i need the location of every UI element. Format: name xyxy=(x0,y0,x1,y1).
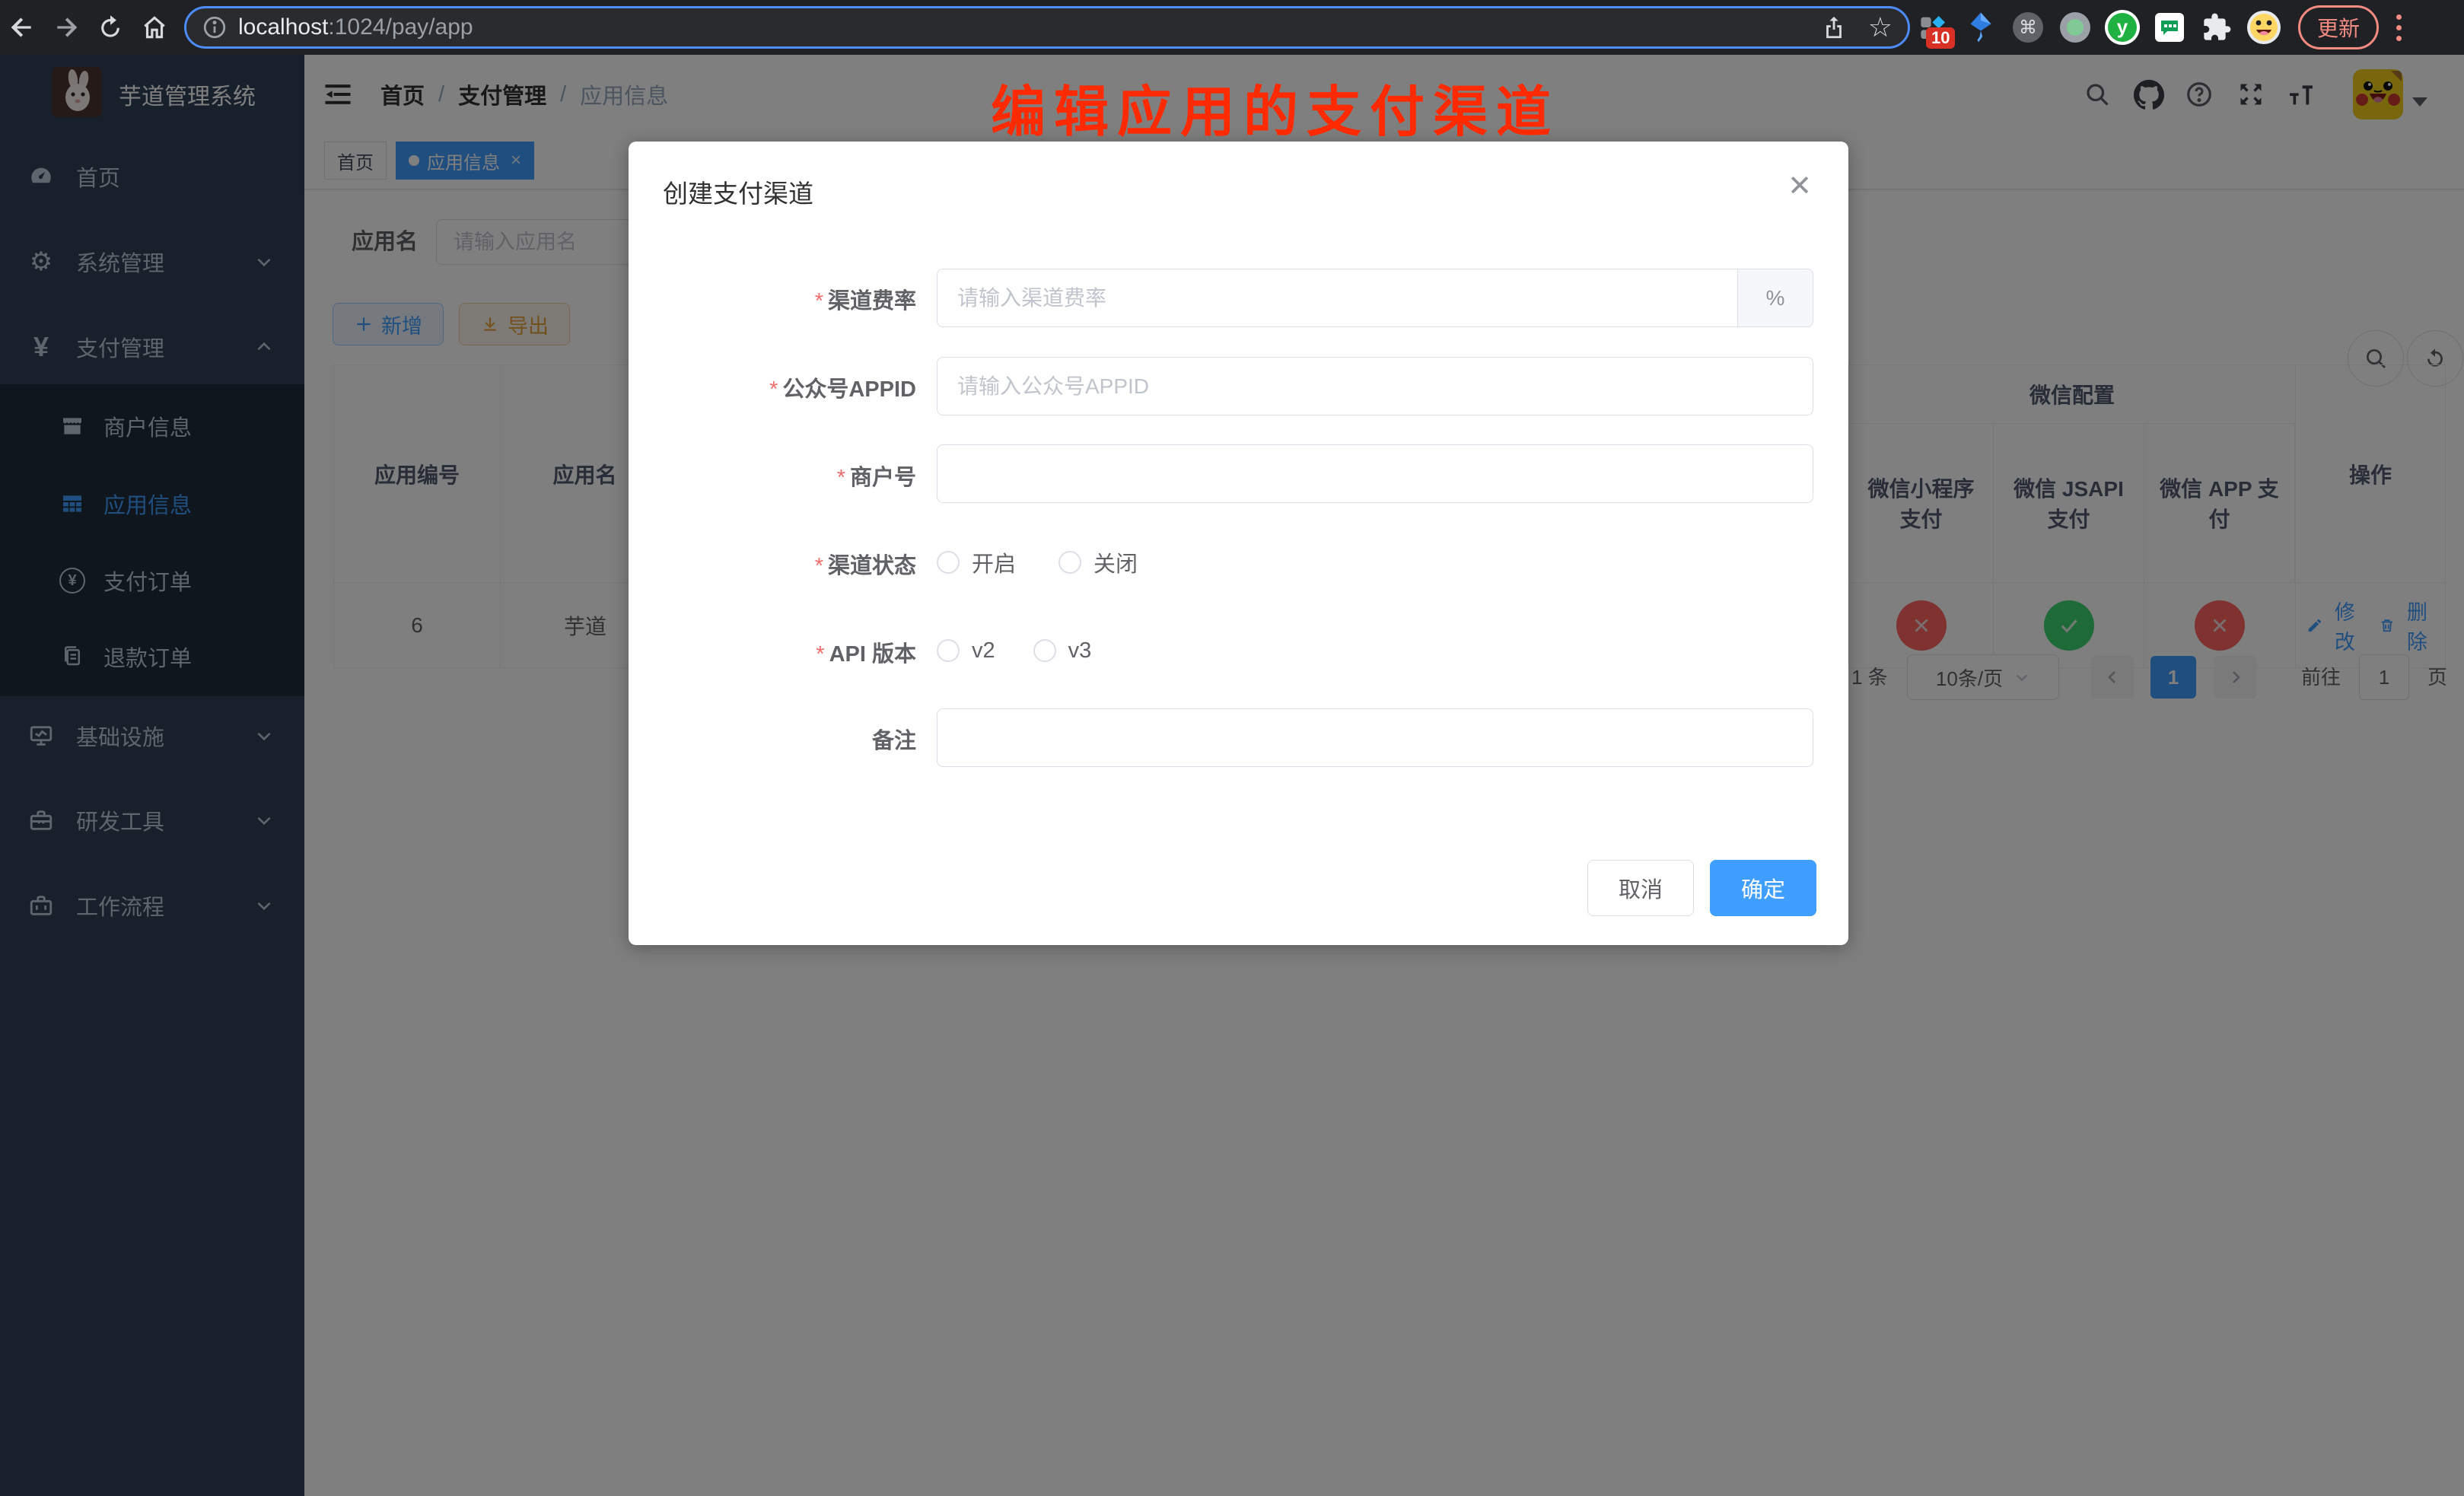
radio-circle-icon xyxy=(937,639,960,662)
address-bar[interactable]: localhost:1024/pay/app ☆ xyxy=(184,6,1910,49)
rate-suffix: % xyxy=(1737,269,1813,327)
radio-circle-icon xyxy=(1059,551,1081,574)
url-text: localhost:1024/pay/app xyxy=(238,14,1821,40)
api-v2-radio[interactable]: v2 xyxy=(937,638,995,664)
app-viewport: 芋道管理系统 首页 ⚙ 系统管理 ¥ 支付管理 xyxy=(0,55,2464,1496)
radio-circle-icon xyxy=(1033,639,1056,662)
share-icon[interactable] xyxy=(1821,14,1847,40)
rate-label: *渠道费率 xyxy=(629,283,916,315)
bookmark-star-icon[interactable]: ☆ xyxy=(1868,14,1893,41)
annotation-text: 编辑应用的支付渠道 xyxy=(991,67,1559,147)
cancel-button[interactable]: 取消 xyxy=(1587,860,1694,916)
remark-input[interactable] xyxy=(937,708,1813,767)
dialog-close-icon[interactable]: ✕ xyxy=(1788,172,1812,201)
forward-icon[interactable] xyxy=(44,5,88,49)
browser-menu-icon[interactable] xyxy=(2382,14,2415,41)
api-v3-radio[interactable]: v3 xyxy=(1033,638,1092,664)
appid-input[interactable] xyxy=(937,357,1813,415)
radio-circle-icon xyxy=(937,551,960,574)
api-version-radio-group: v2 v3 xyxy=(937,635,1091,666)
api-version-label: *API 版本 xyxy=(629,636,916,668)
home-icon[interactable] xyxy=(132,5,177,49)
browser-update-button[interactable]: 更新 xyxy=(2298,5,2379,49)
extension-kite-icon[interactable] xyxy=(1961,8,2001,47)
svg-text:y: y xyxy=(2117,15,2128,38)
extension-tampermonkey-icon[interactable]: 10 xyxy=(1914,8,1953,47)
extension-chat-icon[interactable] xyxy=(2150,8,2189,47)
extension-emoji-icon[interactable] xyxy=(2244,8,2284,47)
extension-command-icon[interactable]: ⌘ xyxy=(2008,8,2048,47)
status-close-radio[interactable]: 关闭 xyxy=(1059,546,1138,578)
extension-recorder-icon[interactable] xyxy=(2055,8,2095,47)
merchant-input[interactable] xyxy=(937,444,1813,503)
status-radio-group: 开启 关闭 xyxy=(937,547,1138,578)
remark-label: 备注 xyxy=(629,723,916,755)
dialog-title: 创建支付渠道 xyxy=(663,173,813,210)
site-info-icon[interactable] xyxy=(202,14,228,40)
appid-label: *公众号APPID xyxy=(629,371,916,403)
browser-chrome: localhost:1024/pay/app ☆ 10 ⌘ y 更新 xyxy=(0,0,2464,55)
extension-badge: 10 xyxy=(1926,27,1955,49)
create-pay-channel-dialog: 创建支付渠道 ✕ *渠道费率 % *公众号APPID *商户号 *渠道状态 开启… xyxy=(629,142,1848,945)
rate-input[interactable] xyxy=(937,269,1813,327)
status-label: *渠道状态 xyxy=(629,548,916,580)
merchant-label: *商户号 xyxy=(629,460,916,492)
extension-y-icon[interactable]: y xyxy=(2103,8,2142,47)
reload-icon[interactable] xyxy=(88,5,132,49)
svg-text:⌘: ⌘ xyxy=(2019,17,2037,38)
extension-puzzle-icon[interactable] xyxy=(2197,8,2236,47)
back-icon[interactable] xyxy=(0,5,44,49)
confirm-button[interactable]: 确定 xyxy=(1710,860,1816,916)
status-open-radio[interactable]: 开启 xyxy=(937,546,1016,578)
